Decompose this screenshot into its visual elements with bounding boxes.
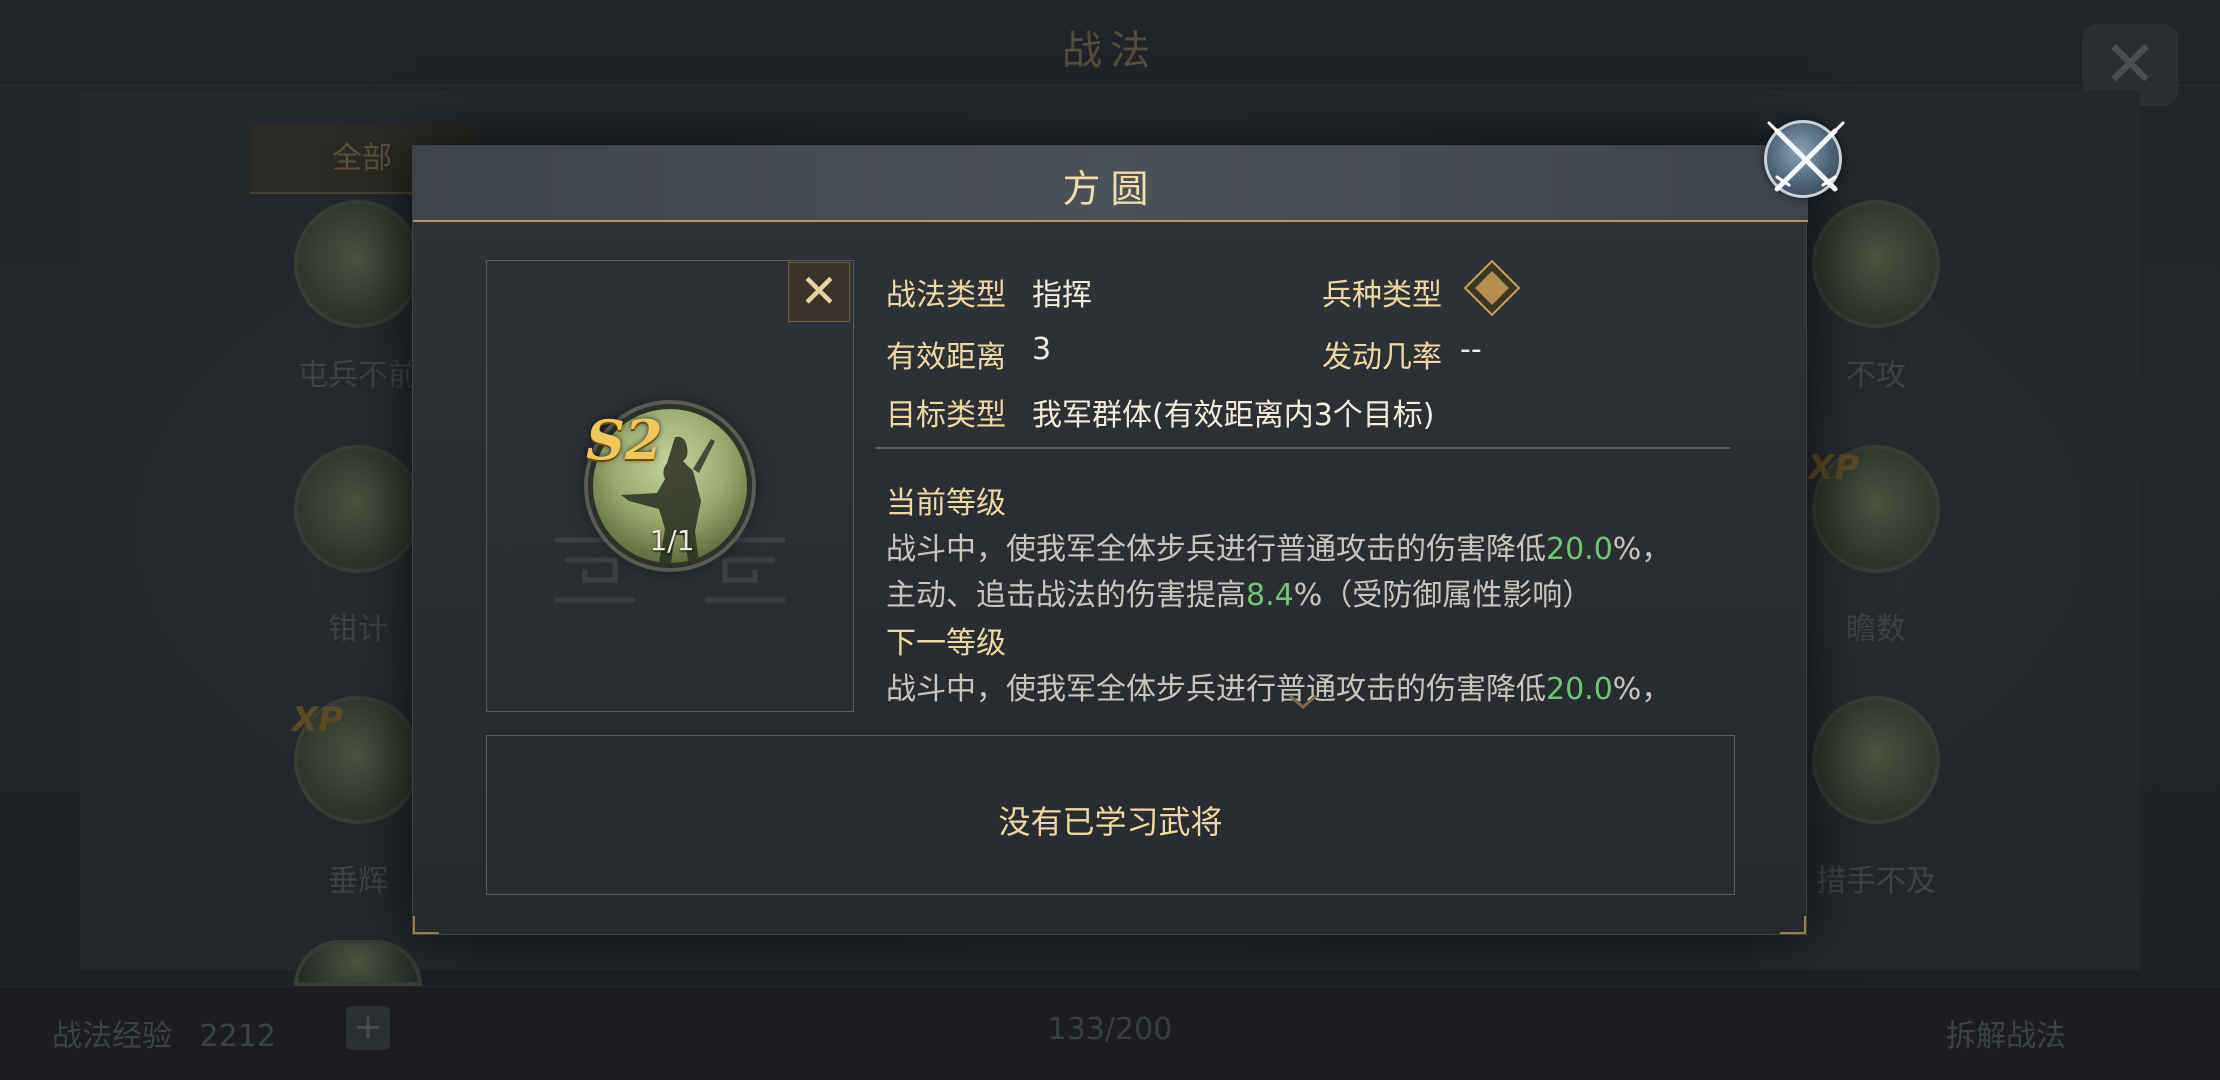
- trigger-rate-label: 发动几率: [1322, 340, 1442, 375]
- desc-text: 战斗中，使我军全体步兵进行普通攻击的伤害降低: [886, 532, 1546, 567]
- close-x-icon[interactable]: ✕: [788, 262, 850, 322]
- current-level-title: 当前等级: [886, 486, 1006, 521]
- trigger-rate-value: --: [1460, 332, 1482, 367]
- background-skill-icon: [294, 445, 422, 573]
- skill-type-label: 战法类型: [886, 278, 1006, 313]
- target-type-value: 我军群体(有效距离内3个目标): [1032, 398, 1435, 433]
- range-value: 3: [1032, 332, 1052, 367]
- current-level-line: 战斗中，使我军全体步兵进行普通攻击的伤害降低20.0%，: [886, 524, 1671, 568]
- target-type-label: 目标类型: [886, 398, 1006, 433]
- desc-text: 主动、追击战法的伤害提高: [886, 578, 1246, 613]
- desc-text: 战斗中，使我军全体步兵进行普通攻击的伤害降低: [886, 672, 1546, 707]
- divider: [876, 447, 1730, 449]
- background-xp-badge: XP: [292, 700, 344, 740]
- background-break-button: 拆解战法: [1946, 1019, 2066, 1054]
- background-xp-badge: XP: [1808, 448, 1860, 488]
- background-skill-icon: [1812, 696, 1940, 824]
- grade-badge: S2: [586, 408, 663, 472]
- range-label: 有效距离: [886, 340, 1006, 375]
- desc-value: 20.0: [1546, 532, 1613, 567]
- background-skill-icon: [294, 200, 422, 328]
- desc-text: %，: [1612, 672, 1672, 707]
- current-level-line: 主动、追击战法的伤害提高8.4%（受防御属性影响）: [886, 570, 1592, 614]
- skill-level: 1/1: [649, 524, 695, 557]
- corner-ornament: [1780, 916, 1806, 934]
- desc-value: 8.4: [1246, 578, 1294, 613]
- close-dialog-button[interactable]: [1764, 120, 1845, 198]
- dialog-title: 方圆: [1062, 167, 1159, 211]
- troop-type-label: 兵种类型: [1322, 278, 1442, 313]
- corner-ornament: [413, 916, 439, 934]
- desc-text: %（受防御属性影响）: [1293, 578, 1593, 613]
- next-level-line: 战斗中，使我军全体步兵进行普通攻击的伤害降低20.0%，: [886, 664, 1671, 708]
- next-level-title: 下一等级: [886, 626, 1006, 661]
- background-title: 战法: [1062, 28, 1158, 74]
- skill-type-value: 指挥: [1032, 278, 1092, 313]
- no-generals-text: 没有已学习武将: [998, 803, 1223, 841]
- desc-value: 20.0: [1546, 672, 1613, 707]
- chevron-down-icon[interactable]: [1288, 694, 1318, 710]
- background-skill-icon: [1812, 200, 1940, 328]
- background-capacity: 133/200: [1047, 1012, 1173, 1047]
- crossed-swords-icon: [1767, 121, 1845, 192]
- desc-text: %，: [1612, 532, 1672, 567]
